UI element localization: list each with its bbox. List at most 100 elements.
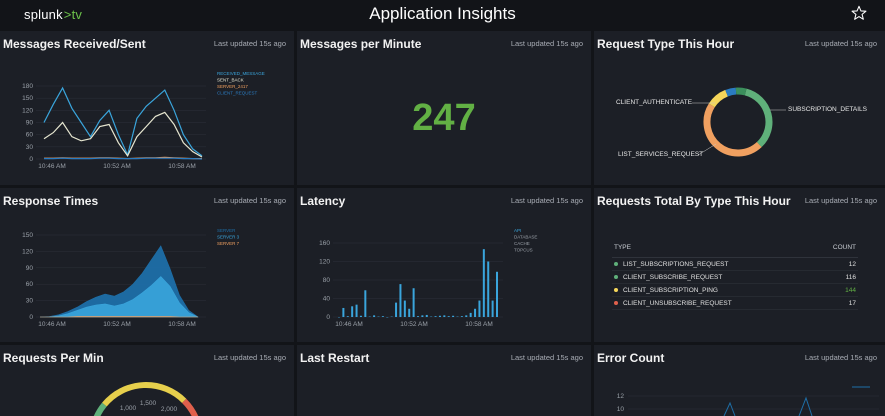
latency-bar <box>381 316 384 317</box>
panel-messages-received-sent[interactable]: Messages Received/Sent Last updated 15s … <box>0 31 294 185</box>
page-title: Application Insights <box>369 4 516 23</box>
legend-item: SERVER 7 <box>217 241 240 246</box>
latency-bar <box>364 290 367 317</box>
latency-bar <box>438 315 441 317</box>
error-series-line <box>798 396 813 416</box>
table-row: CLIENT_SUBSCRIBE_REQUEST 116 <box>612 270 858 284</box>
row-type: LIST_SUBSCRIPTIONS_REQUEST <box>612 257 814 271</box>
donut-slice <box>725 87 737 97</box>
y-tick-label: 0 <box>29 156 33 163</box>
donut-slice <box>735 87 747 96</box>
y-tick-label: 12 <box>617 393 625 400</box>
panel-requests-per-min[interactable]: Requests Per Min Last updated 15s ago 1,… <box>0 345 294 416</box>
latency-bar <box>443 315 446 317</box>
panel-updated: Last updated 15s ago <box>804 196 877 205</box>
x-tick-label: 10:52 AM <box>103 321 130 328</box>
x-tick-label: 10:46 AM <box>38 163 65 170</box>
row-type-label: LIST_SUBSCRIPTIONS_REQUEST <box>623 260 729 268</box>
panel-messages-per-minute[interactable]: Messages per Minute Last updated 15s ago… <box>297 31 591 185</box>
latency-bar <box>359 315 362 317</box>
panel-error-count[interactable]: Error Count Last updated 15s ago 12 10 <box>594 345 885 416</box>
legend-item: SERVER <box>217 228 236 233</box>
row-count: 17 <box>813 296 858 310</box>
error-count-chart: 12 10 <box>617 386 879 416</box>
table-row: CLIENT_SUBSCRIPTION_PING 144 <box>612 283 858 297</box>
legend-item: SERVER 3 <box>217 235 240 240</box>
gauge-band <box>181 398 199 416</box>
error-series-line <box>723 401 736 416</box>
y-tick-label: 60 <box>26 132 34 139</box>
top-bar: splunk>tv Application Insights <box>0 0 885 30</box>
row-count: 144 <box>813 283 858 297</box>
latency-bar <box>412 288 415 317</box>
latency-bar <box>482 249 485 317</box>
x-tick-label: 10:46 AM <box>335 321 362 328</box>
messages-per-minute-value: 247 <box>412 97 476 139</box>
status-dot-icon <box>614 261 618 266</box>
latency-bar <box>496 271 498 317</box>
legend-item: SENT_BACK <box>217 78 244 83</box>
legend-item: CACHE <box>514 241 530 246</box>
legend-item: TOPCUS <box>514 248 533 253</box>
logo-separator: > <box>63 7 72 22</box>
panel-title: Requests Total By Type This Hour <box>597 194 791 208</box>
legend-item: API <box>514 228 521 233</box>
latency-bar <box>447 316 450 317</box>
y-tick-label: 80 <box>323 277 331 284</box>
table-row: LIST_SUBSCRIPTIONS_REQUEST 12 <box>612 257 858 271</box>
latency-bar <box>346 316 349 317</box>
latency-bar <box>452 315 455 317</box>
panel-request-type[interactable]: Request Type This Hour Last updated 15s … <box>594 31 885 185</box>
y-tick-label: 90 <box>26 265 34 272</box>
latency-bar <box>342 307 345 317</box>
x-tick-label: 10:58 AM <box>168 163 195 170</box>
latency-bar <box>408 308 411 317</box>
logo-suffix: tv <box>71 7 83 22</box>
favorite-star-icon[interactable] <box>851 5 867 21</box>
panel-last-restart[interactable]: Last Restart Last updated 15s ago <box>297 345 591 416</box>
x-tick-label: 10:52 AM <box>103 163 130 170</box>
latency-bar <box>491 300 494 317</box>
latency-bar <box>399 284 402 317</box>
donut-label-subscription-details: SUBSCRIPTION_DETAILS <box>788 106 867 113</box>
status-dot-icon <box>614 274 618 279</box>
donut-slice <box>744 88 773 148</box>
y-tick-label: 180 <box>22 83 33 90</box>
row-type-label: CLIENT_SUBSCRIPTION_PING <box>623 286 718 294</box>
row-type: CLIENT_SUBSCRIBE_REQUEST <box>612 270 814 284</box>
messages-line-chart: 180 150 120 90 60 30 0 10:46 AM 10:52 AM 10:58 AM… <box>22 71 265 170</box>
y-tick-label: 10 <box>617 406 625 413</box>
gauge-tick-label: 1,000 <box>120 405 137 412</box>
latency-bar <box>351 306 354 317</box>
panel-response-times[interactable]: Response Times Last updated 15s ago 150 1… <box>0 188 294 342</box>
response-times-area-chart: 150 120 90 60 30 0 10:46 AM 10:52 AM 10:58 AM SER… <box>22 228 240 328</box>
latency-bar <box>373 315 376 317</box>
requests-table: TYPE COUNT LIST_SUBSCRIPTIONS_REQUEST 12 C… <box>612 242 858 310</box>
x-tick-label: 10:46 AM <box>38 321 65 328</box>
panel-title: Messages per Minute <box>300 37 422 51</box>
x-tick-label: 10:58 AM <box>465 321 492 328</box>
y-tick-label: 0 <box>326 314 330 321</box>
latency-bar <box>403 300 406 317</box>
panel-updated: Last updated 15s ago <box>510 353 583 362</box>
latency-bar <box>355 304 358 317</box>
panel-latency[interactable]: Latency Last updated 15s ago 160 120 80 40 0… <box>297 188 591 342</box>
legend-item: RECEIVED_MESSAGE <box>217 71 265 76</box>
column-header-type: TYPE <box>612 242 814 258</box>
legend-item: DATABASE <box>514 235 537 240</box>
panel-updated: Last updated 15s ago <box>510 39 583 48</box>
row-count: 12 <box>813 257 858 271</box>
gauge-tick-label: 1,500 <box>140 400 157 407</box>
logo-main: splunk <box>24 7 63 22</box>
y-tick-label: 40 <box>323 296 331 303</box>
latency-bar <box>487 261 490 317</box>
y-tick-label: 120 <box>22 107 33 114</box>
panel-requests-total[interactable]: Requests Total By Type This Hour Last up… <box>594 188 885 342</box>
app-logo: splunk>tv <box>24 7 82 22</box>
legend-item: SERVER_2417 <box>217 84 248 89</box>
column-header-count: COUNT <box>813 242 858 258</box>
y-tick-label: 60 <box>26 281 34 288</box>
gauge-tick-label: 2,000 <box>161 406 178 413</box>
panel-title: Last Restart <box>300 351 370 365</box>
row-count: 116 <box>813 270 858 284</box>
